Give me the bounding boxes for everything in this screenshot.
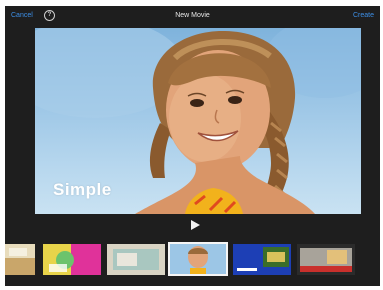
theme-preview[interactable]: Simple xyxy=(35,28,361,214)
theme-carousel[interactable] xyxy=(5,242,380,280)
theme-thumbnail-selected[interactable] xyxy=(168,242,228,276)
theme-thumbnail[interactable] xyxy=(5,244,35,275)
play-icon[interactable] xyxy=(191,220,200,230)
theme-thumbnail[interactable] xyxy=(107,244,165,275)
theme-thumbnail[interactable] xyxy=(43,244,101,275)
theme-thumbnail[interactable] xyxy=(297,244,355,275)
new-movie-screen: Cancel ? New Movie Create Simple xyxy=(5,6,380,286)
create-button[interactable]: Create xyxy=(353,12,374,19)
page-title: New Movie xyxy=(175,12,210,19)
theme-thumbnail[interactable] xyxy=(233,244,291,275)
top-bar: Cancel ? New Movie Create xyxy=(5,6,380,26)
theme-title-overlay: Simple xyxy=(53,180,112,199)
